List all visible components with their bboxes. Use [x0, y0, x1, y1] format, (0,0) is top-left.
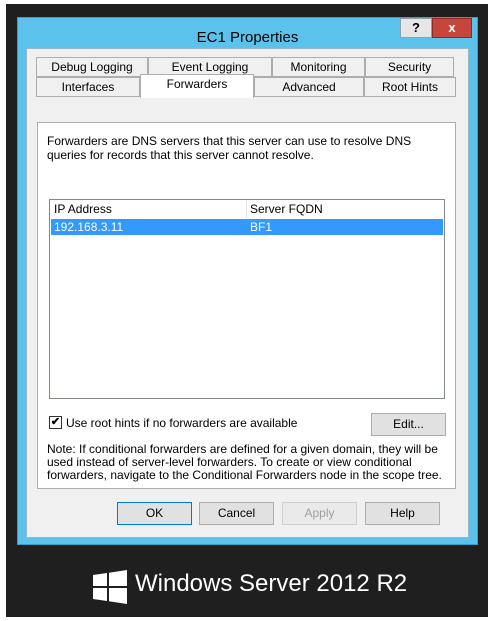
cell-ip-address: 192.168.3.11 [54, 220, 124, 234]
tab-advanced[interactable]: Advanced [254, 77, 364, 97]
column-ip-address[interactable]: IP Address [54, 202, 112, 216]
help-title-button[interactable]: ? [400, 18, 432, 38]
cell-server-fqdn: BF1 [250, 220, 273, 234]
list-header: IP Address Server FQDN [50, 200, 444, 218]
forwarders-list[interactable]: IP Address Server FQDN 192.168.3.11 BF1 [49, 199, 445, 399]
title-bar[interactable]: EC1 Properties ? x [18, 18, 477, 48]
tab-monitoring[interactable]: Monitoring [272, 57, 365, 77]
column-divider [246, 200, 247, 218]
forwarders-description: Forwarders are DNS servers that this ser… [47, 134, 412, 162]
windows-logo-icon [93, 570, 127, 604]
use-root-hints-checkbox[interactable]: ✔ [49, 416, 62, 429]
tab-security[interactable]: Security [365, 57, 454, 77]
properties-dialog: EC1 Properties ? x Debug Logging Event L… [17, 17, 478, 545]
dialog-client-area: Debug Logging Event Logging Monitoring S… [26, 48, 469, 538]
tab-debug-logging[interactable]: Debug Logging [36, 57, 148, 77]
ok-button[interactable]: OK [117, 502, 192, 525]
tab-interfaces[interactable]: Interfaces [36, 77, 140, 97]
windows-server-brand: Windows Server 2012 R2 [135, 570, 408, 597]
tab-forwarders[interactable]: Forwarders [140, 74, 254, 98]
edit-button[interactable]: Edit... [371, 413, 446, 436]
cancel-button[interactable]: Cancel [199, 502, 274, 525]
apply-button[interactable]: Apply [282, 502, 357, 525]
table-row[interactable]: 192.168.3.11 BF1 [51, 219, 443, 235]
use-root-hints-label[interactable]: Use root hints if no forwarders are avai… [66, 416, 297, 430]
close-button[interactable]: x [432, 18, 472, 38]
conditional-forwarders-note: Note: If conditional forwarders are defi… [47, 442, 442, 482]
help-button[interactable]: Help [365, 502, 440, 525]
tab-root-hints[interactable]: Root Hints [364, 77, 456, 97]
column-server-fqdn[interactable]: Server FQDN [250, 202, 323, 216]
forwarders-panel: Forwarders are DNS servers that this ser… [37, 122, 456, 489]
